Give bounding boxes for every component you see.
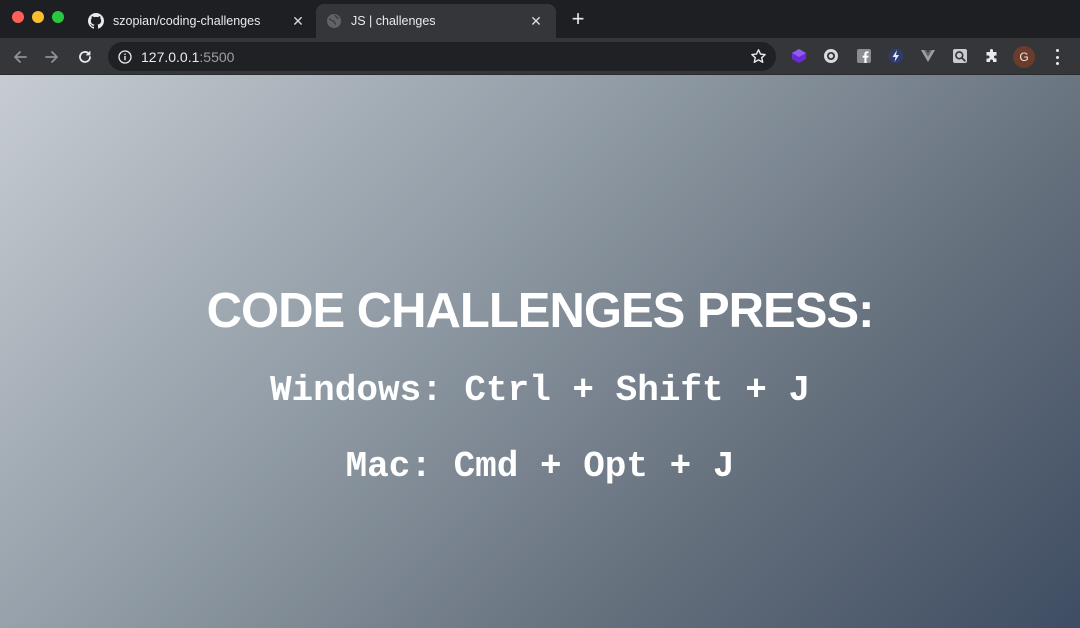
- url-host: 127.0.0.1: [141, 48, 200, 65]
- mac-shortcut-text: Mac: Cmd + Opt + J: [345, 446, 735, 487]
- tab-strip: szopian/coding-challenges ✕ JS | challen…: [0, 0, 1080, 38]
- tab-github[interactable]: szopian/coding-challenges ✕: [78, 4, 318, 38]
- back-button[interactable]: [9, 46, 31, 68]
- puzzle-icon[interactable]: [984, 48, 1000, 64]
- page-heading: CODE CHALLENGES PRESS:: [206, 284, 875, 338]
- new-tab-button[interactable]: +: [568, 8, 588, 30]
- tab-title: JS | challenges: [351, 14, 436, 28]
- close-tab-icon[interactable]: ✕: [528, 13, 544, 29]
- profile-avatar[interactable]: G: [1013, 46, 1035, 68]
- menu-dot-icon: [1055, 55, 1059, 59]
- info-icon[interactable]: [118, 49, 132, 64]
- globe-icon: [327, 14, 341, 28]
- facebook-extension-icon[interactable]: [856, 48, 872, 64]
- close-window-button[interactable]: [12, 11, 24, 23]
- menu-dot-icon: [1055, 49, 1059, 52]
- menu-dot-icon: [1055, 62, 1059, 65]
- github-icon: [88, 13, 104, 29]
- forward-button[interactable]: [41, 46, 63, 68]
- close-tab-icon[interactable]: ✕: [290, 13, 306, 29]
- circle-extension-icon[interactable]: [823, 48, 839, 64]
- vue-devtools-icon[interactable]: [920, 48, 936, 64]
- browser-toolbar: 127.0.0.1:5500 G: [0, 38, 1080, 75]
- minimize-window-button[interactable]: [32, 11, 44, 23]
- arrow-right-icon: [45, 51, 58, 63]
- tab-js-challenges[interactable]: JS | challenges ✕: [316, 4, 556, 38]
- page-viewport: CODE CHALLENGES PRESS: Windows: Ctrl + S…: [0, 75, 1080, 628]
- lightning-extension-icon[interactable]: [888, 48, 904, 64]
- reload-icon: [79, 51, 91, 63]
- arrow-left-icon: [14, 51, 27, 63]
- url-port: :5500: [199, 48, 235, 65]
- windows-shortcut-text: Windows: Ctrl + Shift + J: [269, 370, 811, 411]
- address-bar[interactable]: 127.0.0.1:5500: [108, 42, 776, 71]
- tab-title: szopian/coding-challenges: [113, 14, 261, 28]
- search-extension-icon[interactable]: [952, 48, 968, 64]
- url-text: 127.0.0.1:5500: [141, 49, 234, 65]
- maximize-window-button[interactable]: [52, 11, 64, 23]
- reload-button[interactable]: [74, 46, 96, 68]
- browser-menu-button[interactable]: [1049, 48, 1065, 66]
- purple-cube-extension-icon[interactable]: [791, 48, 807, 64]
- bookmark-star-icon[interactable]: [750, 48, 767, 65]
